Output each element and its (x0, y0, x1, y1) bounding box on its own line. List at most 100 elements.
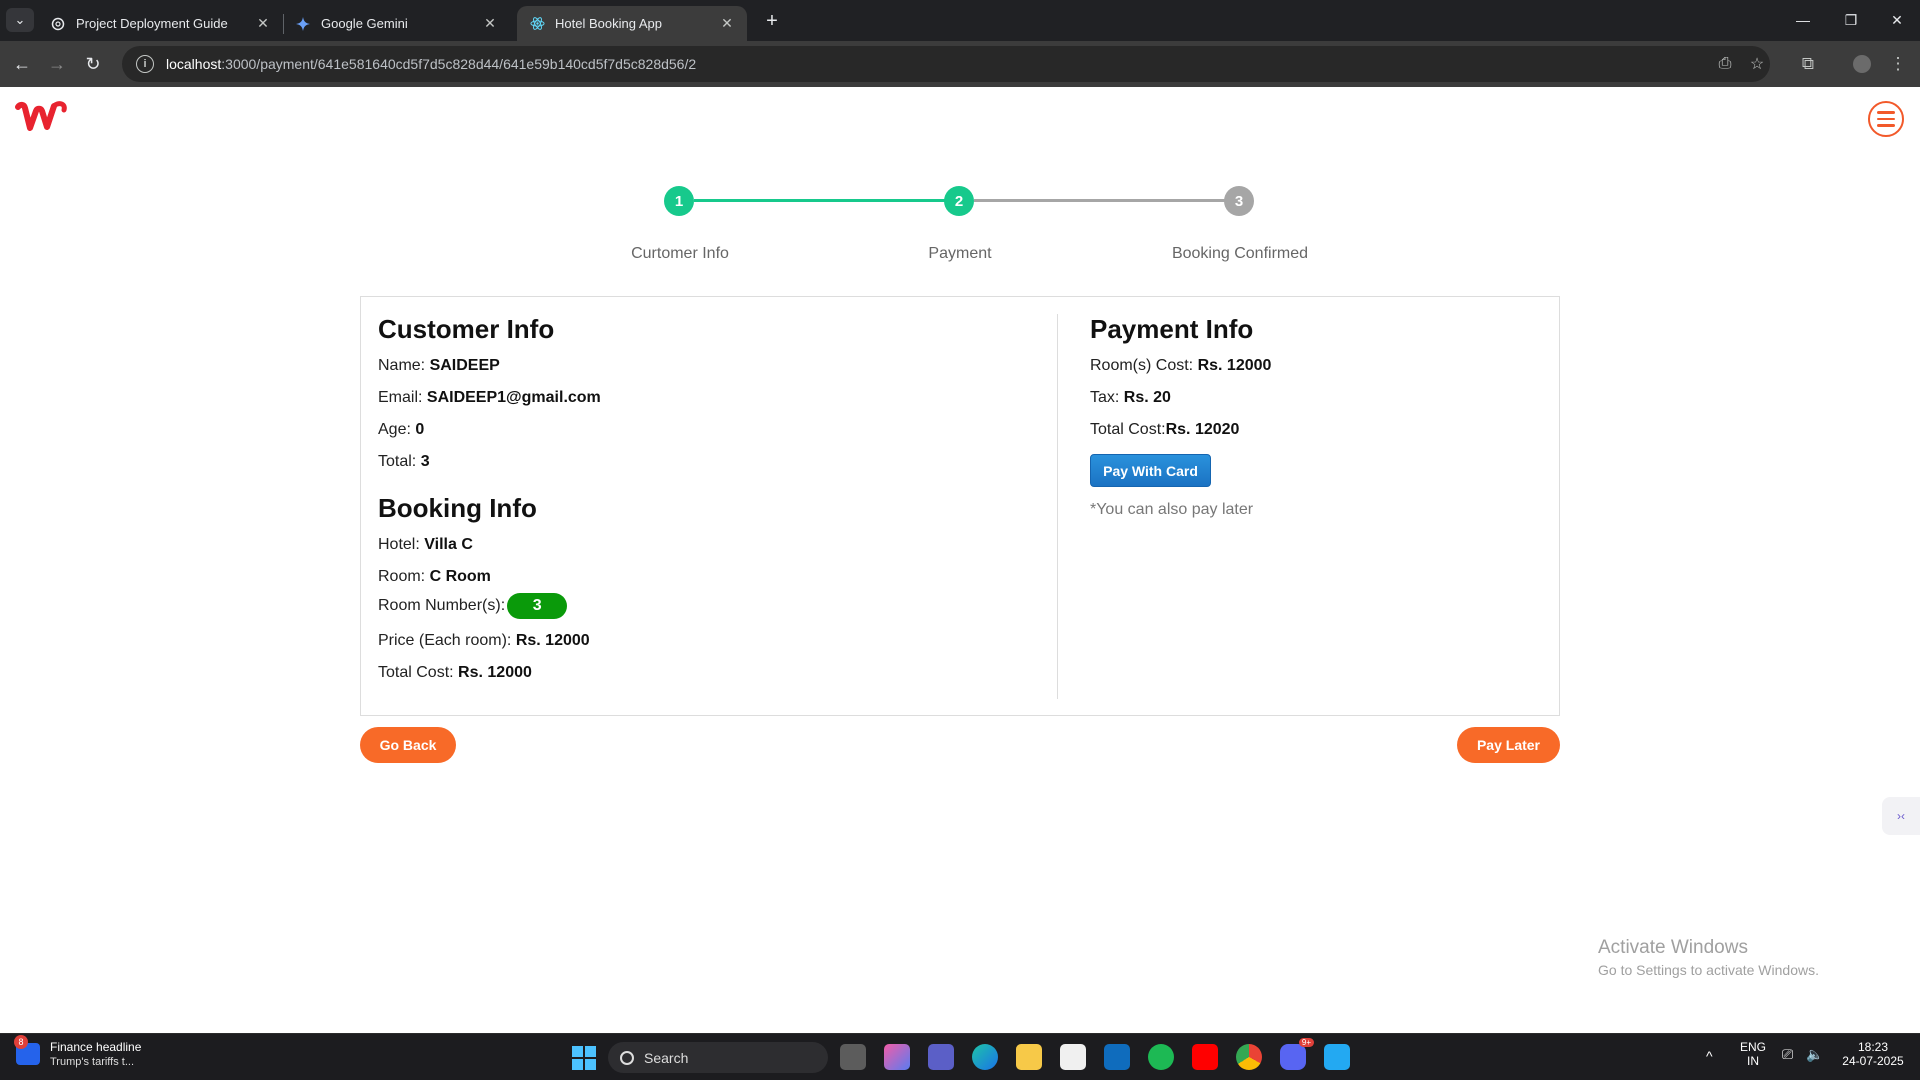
pay-later-note: *You can also pay later (1090, 501, 1254, 518)
menu-icon (1877, 111, 1895, 114)
tax-value: Rs. 20 (1123, 389, 1171, 406)
column-divider (1057, 314, 1058, 699)
price-each-value: Rs. 12000 (515, 632, 590, 649)
edge-icon[interactable] (972, 1044, 998, 1070)
step-1-label: Curtomer Info (631, 245, 729, 262)
tab-project-deployment-guide[interactable]: Project Deployment Guide ✕ (38, 6, 283, 41)
more-menu-icon[interactable]: ⋮ (1883, 49, 1913, 79)
hamburger-menu-button[interactable] (1868, 101, 1904, 137)
close-icon: ✕ (1891, 11, 1903, 28)
arrow-right-icon: → (48, 53, 66, 74)
rooms-cost-row: Room(s) Cost: Rs. 12000 (1090, 357, 1272, 374)
close-window-button[interactable]: ✕ (1874, 0, 1920, 40)
minimize-button[interactable]: — (1780, 0, 1826, 40)
vscode-icon[interactable] (1324, 1044, 1350, 1070)
taskbar-search[interactable]: Search (608, 1042, 828, 1073)
close-icon[interactable]: ✕ (482, 15, 498, 32)
clock[interactable]: 18:23 24-07-2025 (1836, 1040, 1910, 1068)
go-back-button[interactable]: Go Back (360, 727, 456, 763)
step-3-label: Booking Confirmed (1171, 245, 1309, 262)
customer-email-value: SAIDEEP1@gmail.com (426, 389, 601, 406)
brand-logo[interactable] (14, 99, 70, 141)
forward-button[interactable]: → (42, 49, 72, 79)
hotel-row: Hotel: Villa C (378, 536, 473, 553)
step-connector-2 (974, 199, 1252, 202)
tax-row: Tax: Rs. 20 (1090, 389, 1171, 406)
extensions-icon[interactable]: ⧉ (1793, 49, 1823, 79)
side-panel-tool-icon[interactable]: ›‹ (1882, 797, 1920, 835)
room-row: Room: C Room (378, 568, 491, 585)
reload-button[interactable]: ↻ (78, 49, 108, 79)
close-icon[interactable]: ✕ (255, 15, 271, 32)
tab-title: Hotel Booking App (555, 16, 662, 31)
windows-taskbar: 8 Finance headline Trump's tariffs t... … (0, 1033, 1920, 1080)
booking-summary-card: Customer Info Name: SAIDEEP Email: SAIDE… (360, 296, 1560, 716)
spotify-icon[interactable] (1148, 1044, 1174, 1070)
copilot-icon[interactable] (884, 1044, 910, 1070)
chevron-up-icon[interactable]: ^ (1706, 1048, 1713, 1064)
browser-toolbar: ← → ↻ i localhost:3000/payment/641e58164… (0, 41, 1920, 87)
booking-total-row: Total Cost: Rs. 12000 (378, 664, 532, 681)
customer-age-value: 0 (415, 421, 425, 438)
file-explorer-icon[interactable] (1016, 1044, 1042, 1070)
gemini-icon (295, 16, 311, 32)
site-info-icon[interactable]: i (136, 55, 154, 73)
room-numbers-row: Room Number(s): 3 (378, 593, 568, 619)
news-subtitle: Trump's tariffs t... (50, 1056, 135, 1068)
customer-email-row: Email: SAIDEEP1@gmail.com (378, 389, 601, 406)
step-connector-1 (694, 199, 972, 202)
booking-stepper: 1 2 3 Curtomer Info Payment Booking Conf… (560, 167, 1360, 267)
bookmark-star-icon[interactable]: ☆ (1746, 53, 1768, 75)
tab-hotel-booking-app[interactable]: Hotel Booking App ✕ (517, 6, 747, 41)
volume-icon[interactable]: 🔈 (1806, 1046, 1823, 1063)
url-text: localhost:3000/payment/641e581640cd5f7d5… (166, 56, 697, 72)
customer-name-value: SAIDEEP (429, 357, 500, 374)
news-title: Finance headline (50, 1040, 142, 1054)
browser-tab-bar: ⌄ Project Deployment Guide ✕ Google Gemi… (0, 0, 1920, 41)
teams-icon[interactable] (928, 1044, 954, 1070)
step-1-circle: 1 (664, 186, 694, 216)
back-button[interactable]: ← (7, 49, 37, 79)
youtube-icon[interactable] (1192, 1044, 1218, 1070)
tab-title: Project Deployment Guide (76, 16, 228, 31)
rooms-cost-value: Rs. 12000 (1197, 357, 1272, 374)
discord-badge: 9+ (1298, 1038, 1314, 1047)
restore-icon: ❐ (1844, 11, 1858, 28)
discord-icon[interactable]: 9+ (1280, 1038, 1314, 1070)
news-badge: 8 (14, 1035, 28, 1049)
react-icon (529, 16, 545, 32)
customer-age-row: Age: 0 (378, 421, 425, 438)
chevron-down-icon: ⌄ (14, 12, 26, 27)
restore-button[interactable]: ❐ (1828, 0, 1874, 40)
task-view-icon[interactable] (840, 1044, 866, 1070)
close-icon[interactable]: ✕ (719, 15, 735, 32)
payment-info-heading: Payment Info (1090, 314, 1254, 344)
new-tab-button[interactable]: + (758, 8, 786, 34)
booking-total-value: Rs. 12000 (458, 664, 532, 681)
step-3-circle: 3 (1224, 186, 1254, 216)
profile-avatar[interactable] (1847, 49, 1877, 79)
booking-info-heading: Booking Info (378, 493, 537, 523)
step-2-circle: 2 (944, 186, 974, 216)
address-bar[interactable]: i localhost:3000/payment/641e581640cd5f7… (122, 46, 1770, 82)
room-value: C Room (429, 568, 491, 585)
plus-icon: + (766, 9, 778, 32)
microsoft-store-icon[interactable] (1060, 1044, 1086, 1070)
tab-search-button[interactable]: ⌄ (6, 8, 34, 32)
install-app-icon[interactable]: ⎙ (1714, 53, 1736, 75)
customer-info-heading: Customer Info (378, 314, 555, 344)
search-icon (620, 1050, 634, 1065)
pay-later-button[interactable]: Pay Later (1457, 727, 1560, 763)
pay-with-card-button[interactable]: Pay With Card (1090, 454, 1211, 487)
payment-total-row: Total Cost:Rs. 12020 (1090, 421, 1240, 438)
arrow-left-icon: ← (13, 53, 31, 74)
outlook-icon[interactable] (1104, 1044, 1130, 1070)
network-icon[interactable]: ⎚ (1782, 1046, 1793, 1063)
news-widget[interactable]: 8 Finance headline Trump's tariffs t... (14, 1035, 142, 1068)
windows-start-button[interactable] (572, 1046, 596, 1070)
hotel-value: Villa C (424, 536, 473, 553)
tab-google-gemini[interactable]: Google Gemini ✕ (283, 6, 510, 41)
customer-total-value: 3 (420, 453, 430, 470)
language-indicator[interactable]: ENG IN (1740, 1040, 1766, 1068)
chrome-icon[interactable] (1236, 1044, 1262, 1070)
